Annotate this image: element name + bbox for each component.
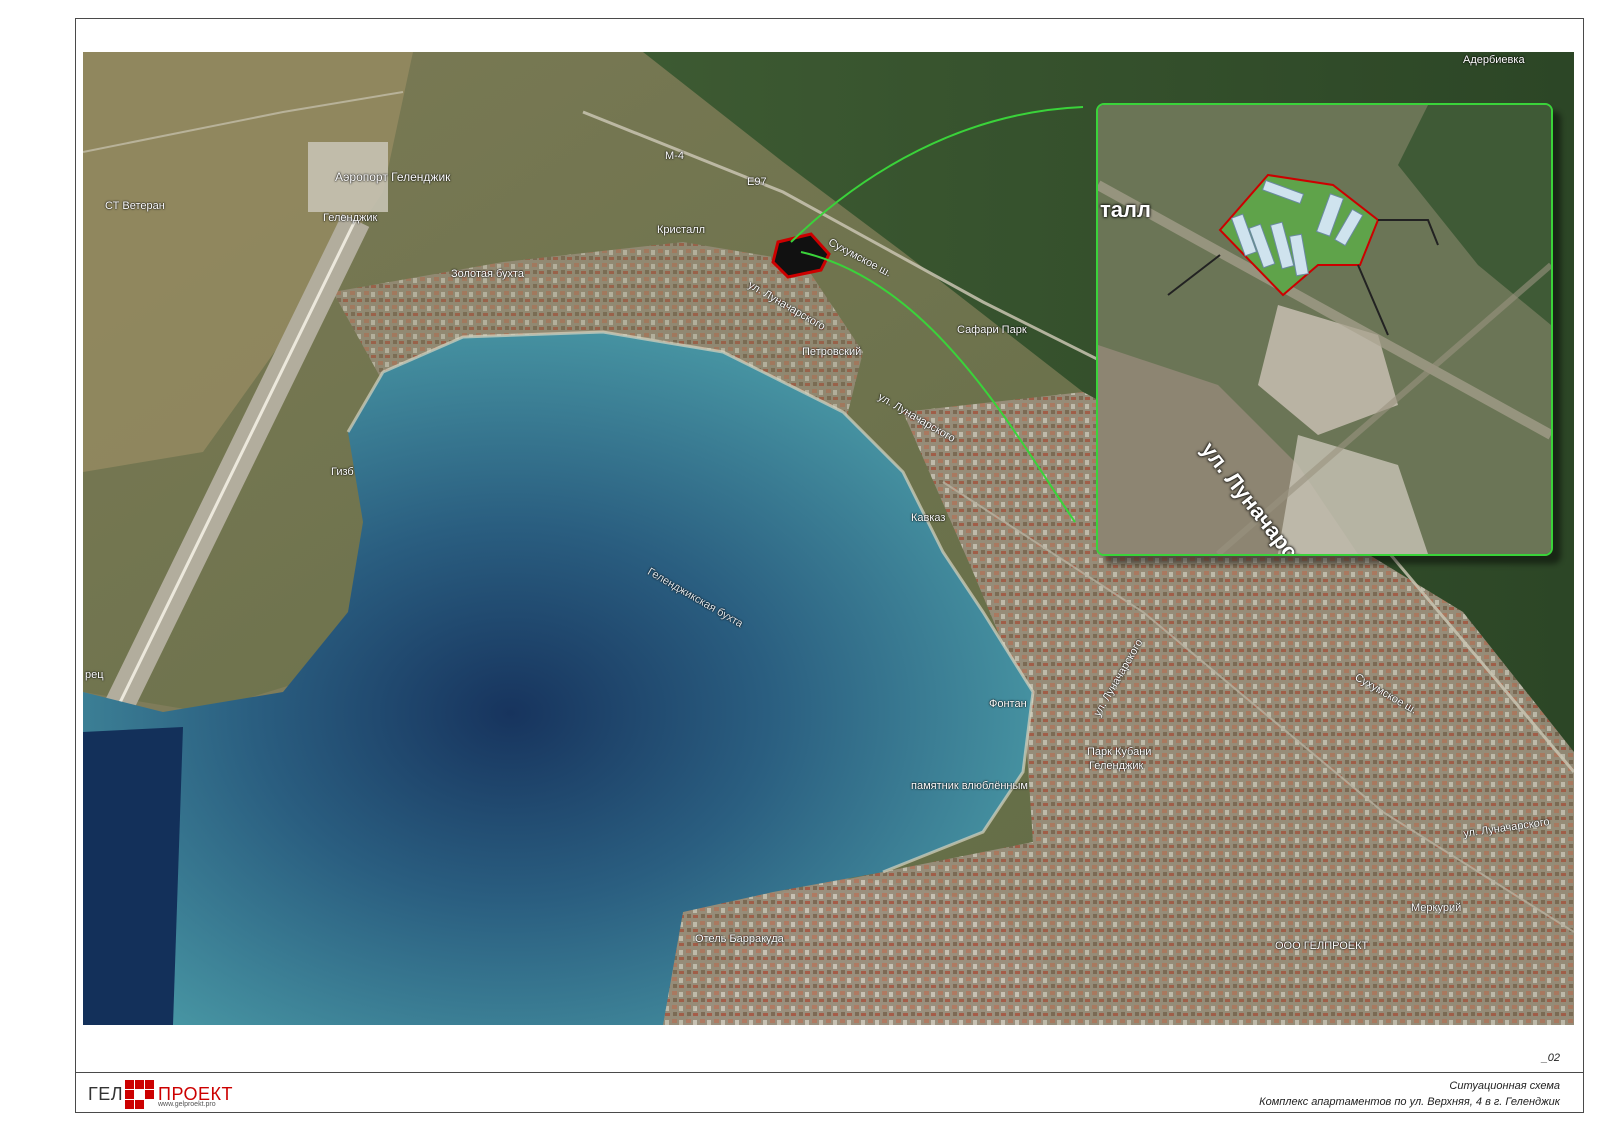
- sheet-title: Ситуационная схема: [1449, 1080, 1560, 1092]
- map-label-merkuriy: Меркурий: [1411, 902, 1462, 914]
- map-label-m4: М-4: [665, 150, 684, 162]
- map-label-gelendzhik: Геленджик: [323, 212, 378, 224]
- map-label-kristall: Кристалл: [657, 224, 706, 236]
- map-label-monument: памятник влюблённым: [911, 780, 1028, 792]
- sheet-subtitle: Комплекс апартаментов по ул. Верхняя, 4 …: [1259, 1096, 1560, 1108]
- map-label-safari-park: Сафари Парк: [957, 324, 1027, 336]
- map-label-adderbievka: Адербиевка: [1463, 54, 1525, 66]
- logo-mark-icon: [125, 1080, 154, 1109]
- map-label-ooo-gelproekt: ООО ГЕЛПРОЕКТ: [1275, 940, 1369, 952]
- page-number: _02: [1541, 1052, 1560, 1064]
- inset-zoom-map[interactable]: талл ул. Луначарского: [1096, 103, 1553, 556]
- map-label-petrovsky: Петровский: [802, 346, 862, 358]
- map-label-gizb: Гизб: [331, 466, 354, 478]
- map-label-kavkaz: Кавказ: [911, 512, 946, 524]
- title-block: Ситуационная схема Комплекс апартаментов…: [1259, 1080, 1560, 1108]
- map-label-e97: Е97: [747, 176, 767, 188]
- map-label-otel-barrakuda: Отель Барракуда: [695, 933, 784, 945]
- map-label-zolotaya-bukhta: Золотая бухта: [451, 268, 524, 280]
- logo-text-left: ГЕЛ: [88, 1084, 124, 1104]
- inset-label-kristall: талл: [1100, 197, 1151, 222]
- map-label-fontan: Фонтан: [989, 698, 1027, 710]
- map-label-veteran: СТ Ветеран: [105, 200, 165, 212]
- map-label-park-kubani-2: Геленджик: [1089, 760, 1144, 772]
- map-label-airport: Аэропорт Геленджик: [335, 170, 451, 184]
- inset-imagery: [1098, 105, 1551, 554]
- logo-url: www.gelproekt.pro: [158, 1101, 216, 1108]
- footer-divider: [75, 1072, 1584, 1073]
- map-label-rets: рец: [85, 669, 104, 681]
- map-label-park-kubani: Парк Кубани: [1087, 746, 1152, 758]
